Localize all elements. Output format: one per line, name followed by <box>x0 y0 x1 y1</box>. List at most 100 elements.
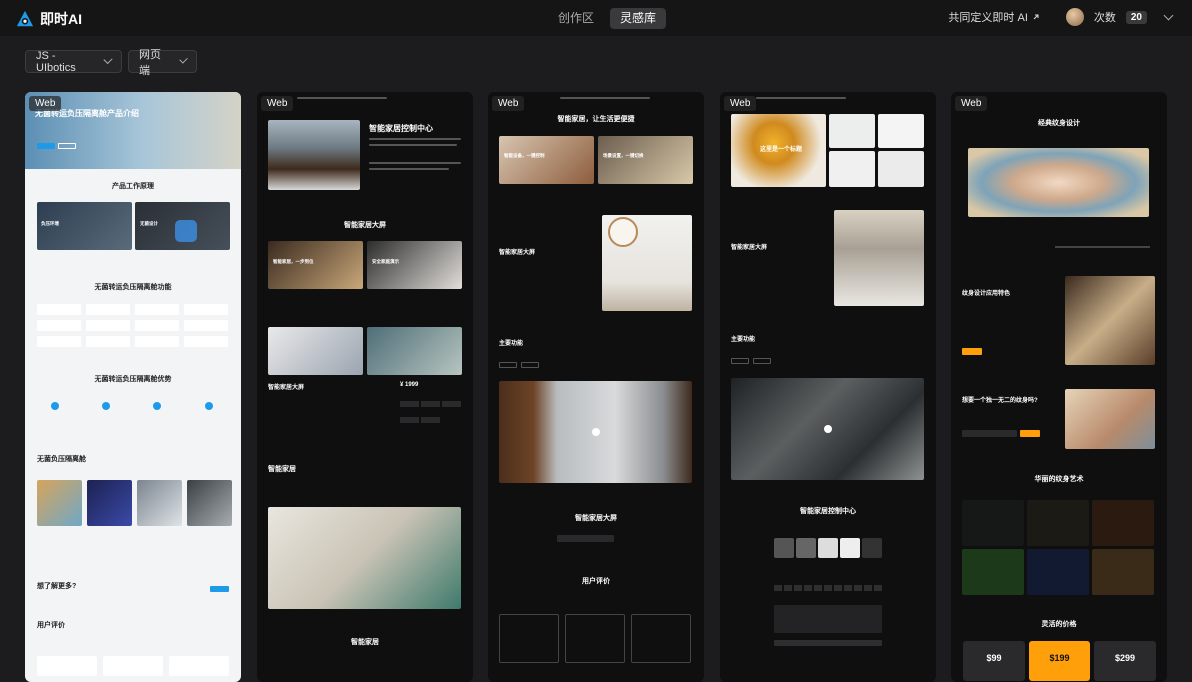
app-logo[interactable]: 即时AI <box>16 9 82 29</box>
nav-line <box>297 97 387 99</box>
feature-button <box>499 362 517 368</box>
section-title: 用户评价 <box>582 578 610 585</box>
section-title: 主要功能 <box>499 341 524 347</box>
top-bar: 即时AI 创作区 灵感库 共同定义即时 AI 次数 20 <box>0 0 1192 36</box>
kitchen-image <box>834 210 924 306</box>
logo-icon <box>16 10 34 27</box>
web-tag: Web <box>492 96 525 111</box>
tile-image <box>499 136 594 184</box>
web-tag: Web <box>261 96 294 111</box>
chevron-down-icon <box>178 55 188 64</box>
price-value: $99 <box>986 653 1002 663</box>
hero-secondary-button <box>58 143 76 149</box>
cocreate-link[interactable]: 共同定义即时 AI <box>948 9 1039 25</box>
feature-grid <box>37 304 229 352</box>
ceiling-art-image <box>968 148 1149 217</box>
submit-button <box>774 640 882 646</box>
section-title: 智能家居 <box>268 466 296 473</box>
section-title: 智能家居大屏 <box>731 245 768 251</box>
option-grid <box>400 401 462 431</box>
avatar[interactable] <box>1065 8 1084 26</box>
price-value: $199 <box>1049 653 1070 663</box>
section-title: 无菌转运负压隔离舱功能 <box>94 284 172 291</box>
nav-line <box>756 97 846 99</box>
feature-button <box>731 358 749 364</box>
hero-primary-button <box>37 143 55 149</box>
platform-select[interactable]: 网页端 <box>128 49 197 77</box>
chevron-down-icon <box>103 54 113 65</box>
feature-button <box>521 362 539 368</box>
section-title: 无菌负压隔离舱 <box>37 456 86 463</box>
external-link-icon <box>1033 14 1039 20</box>
clock-glyph <box>608 217 638 247</box>
product-row <box>37 480 241 526</box>
web-tag: Web <box>955 96 988 111</box>
filter-bar: JS - UIbotics 网页端 <box>25 49 197 77</box>
tile-image <box>268 241 363 289</box>
email-input <box>962 430 1017 437</box>
review-row <box>499 614 692 663</box>
tile-label: 负压环境 <box>41 221 59 226</box>
illustration-image <box>1065 389 1155 449</box>
advantage-icons <box>51 402 221 412</box>
tile-label: 安全家庭演示 <box>372 259 399 264</box>
section-title: 想了解更多? <box>37 583 77 590</box>
section-title: 想要一个独一无二的纹身吗? <box>962 398 1038 404</box>
price: ¥ 1999 <box>400 382 419 388</box>
section-title: 智能家居 <box>351 639 379 646</box>
accent-button <box>962 348 982 355</box>
accent-button <box>1020 430 1040 437</box>
design-card[interactable]: Web 无菌转运负压隔离舱产品介绍 产品工作原理 负压环境 无菌设计 无菌转运负… <box>25 92 241 682</box>
section-title: 智能家居控制中心 <box>800 508 856 515</box>
gallery-image <box>268 327 363 375</box>
review-row <box>37 656 229 676</box>
product-grid <box>829 114 925 187</box>
header-right: 共同定义即时 AI 次数 20 <box>948 8 1174 26</box>
tile-label: 场景设置，一键切换 <box>603 153 644 158</box>
text-line <box>369 144 457 146</box>
section-title: 主要功能 <box>731 337 756 343</box>
design-card[interactable]: Web 智能家居控制中心 智能家居大屏 智能家居，一步到位 安全家庭演示 智能家… <box>257 92 473 682</box>
section-title: 用户评价 <box>37 622 65 629</box>
cocreate-label: 共同定义即时 AI <box>948 12 1028 24</box>
section-title: 智能家居大屏 <box>268 385 305 391</box>
art-grid <box>962 500 1156 595</box>
option-row <box>774 585 882 591</box>
cabin-image <box>268 120 360 190</box>
section-title: 智能家居大屏 <box>575 515 617 522</box>
chevron-down-icon[interactable] <box>1163 10 1174 20</box>
count-badge: 20 <box>1125 10 1147 24</box>
section-title: 灵活的价格 <box>1041 621 1077 628</box>
platform-select-value: 网页端 <box>139 48 161 77</box>
tab-inspiration[interactable]: 灵感库 <box>610 8 667 29</box>
design-card[interactable]: Web 智能家居，让生活更便捷 智能设备，一键控制 场景设置，一键切换 智能家居… <box>488 92 704 682</box>
project-select-value: JS - UIbotics <box>36 49 76 74</box>
web-tag: Web <box>29 96 62 111</box>
gallery-image <box>367 327 462 375</box>
gallery-wall-image <box>268 507 461 609</box>
tile-label: 无菌设计 <box>140 221 158 226</box>
section-title: 智能家居，让生活更便捷 <box>557 116 635 123</box>
section-title: 经典纹身设计 <box>1038 120 1080 127</box>
hand-glyph <box>175 220 197 242</box>
section-title: 智能家居控制中心 <box>369 124 433 133</box>
still-life-image <box>1065 276 1155 365</box>
section-title: 智能家居大屏 <box>344 222 386 229</box>
tab-create[interactable]: 创作区 <box>548 8 604 29</box>
tile-image <box>367 241 462 289</box>
play-icon <box>824 425 832 433</box>
design-card[interactable]: Web 经典纹身设计 纹身设计应用特色 想要一个独一无二的纹身吗? 华丽的纹身艺… <box>951 92 1167 682</box>
design-card[interactable]: Web 这里是一个标题 智能家居大屏 主要功能 智能家居控制中心 <box>720 92 936 682</box>
project-select[interactable]: JS - UIbotics <box>25 49 122 74</box>
section-title: 无菌转运负压隔离舱优势 <box>94 376 172 383</box>
web-tag: Web <box>724 96 757 111</box>
thumb-row <box>774 538 884 558</box>
count-label: 次数 <box>1093 12 1116 24</box>
feature-button <box>753 358 771 364</box>
tile-label: 这里是一个标题 <box>760 147 803 153</box>
section-title: 纹身设计应用特色 <box>962 291 1011 297</box>
text-line <box>369 168 449 170</box>
price-value: $299 <box>1114 653 1136 663</box>
section-title: 智能家居大屏 <box>499 250 536 256</box>
message-box <box>774 605 882 633</box>
